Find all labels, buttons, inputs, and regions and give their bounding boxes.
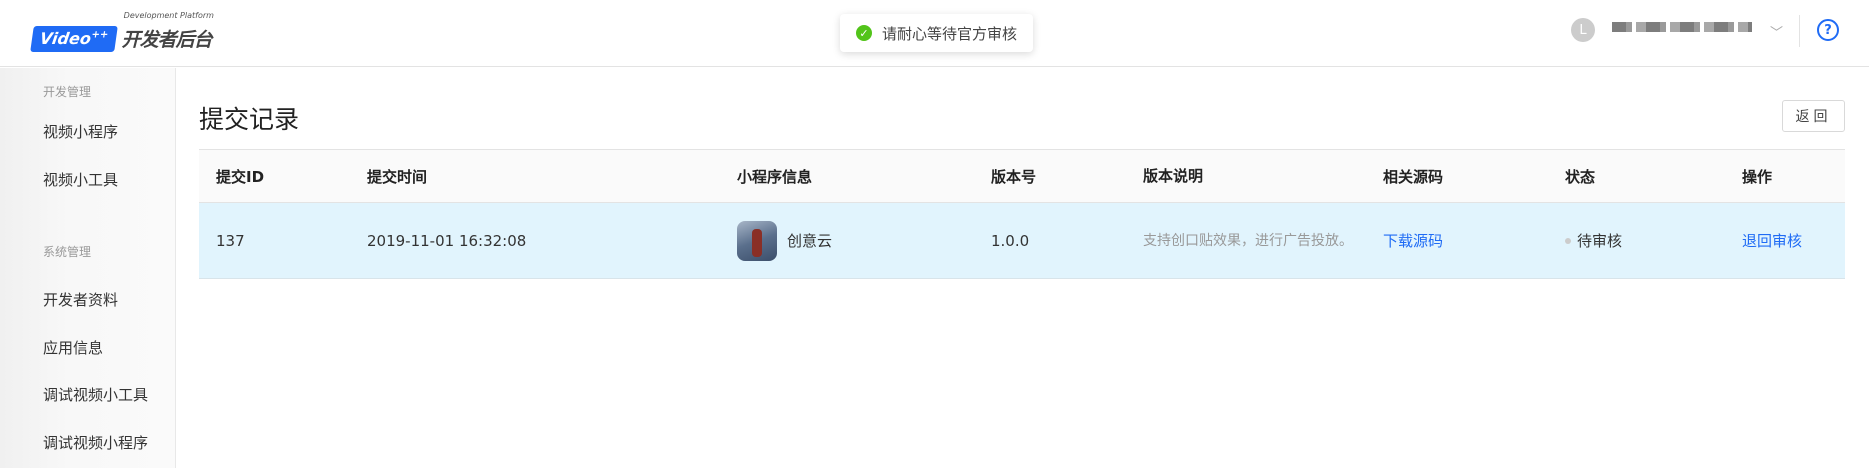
logo-badge: Video++ [30, 26, 118, 52]
table-header: 提交ID 提交时间 小程序信息 版本号 版本说明 相关源码 状态 操作 [199, 149, 1845, 203]
col-header-description: 版本说明 [1143, 167, 1204, 185]
cell-app-info: 创意云 [737, 203, 832, 278]
cell-source: 下载源码 [1383, 203, 1443, 278]
col-header-app-info: 小程序信息 [737, 167, 813, 186]
toast-text: 请耐心等待官方审核 [882, 24, 1018, 43]
check-circle-icon: ✓ [856, 25, 872, 41]
user-name-redacted[interactable] [1612, 22, 1752, 32]
sidebar-item-developer-profile[interactable]: 开发者资料 [43, 289, 118, 310]
divider [1799, 15, 1800, 47]
cell-time: 2019-11-01 16:32:08 [367, 231, 527, 250]
sidebar-item-debug-tool[interactable]: 调试视频小工具 [43, 384, 148, 405]
sidebar-group-dev: 开发管理 [43, 85, 92, 99]
chevron-down-icon[interactable]: ﹀ [1770, 22, 1783, 41]
avatar[interactable]: L [1571, 18, 1595, 42]
table-row: 137 2019-11-01 16:32:08 创意云 1.0.0 支持创口贴效… [199, 203, 1845, 279]
withdraw-review-link[interactable]: 退回审核 [1742, 230, 1802, 251]
top-header: Video++ Development Platform 开发者后台 ✓ 请耐心等待… [0, 0, 1869, 67]
logo[interactable]: Video++ Development Platform 开发者后台 [30, 11, 214, 52]
submission-table: 提交ID 提交时间 小程序信息 版本号 版本说明 相关源码 状态 操作 137 … [199, 149, 1845, 279]
col-header-action: 操作 [1742, 167, 1773, 186]
download-source-link[interactable]: 下载源码 [1383, 230, 1443, 251]
logo-subtitle: Development Platform [123, 11, 214, 20]
status-dot-icon [1565, 237, 1571, 244]
col-header-source: 相关源码 [1383, 167, 1444, 186]
help-icon[interactable]: ? [1817, 19, 1839, 41]
col-header-id: 提交ID [216, 167, 265, 186]
back-button[interactable]: 返回 [1782, 100, 1845, 132]
logo-title: 开发者后台 [121, 29, 213, 51]
cell-status: 待审核 [1565, 203, 1622, 278]
sidebar: 开发管理 视频小程序 视频小工具 系统管理 开发者资料 应用信息 调试视频小工具… [0, 68, 176, 468]
app-name: 创意云 [787, 232, 833, 250]
cell-version: 1.0.0 [991, 231, 1030, 250]
status-badge: 待审核 [1577, 232, 1623, 250]
col-header-version: 版本号 [991, 167, 1037, 186]
cell-action: 退回审核 [1742, 203, 1802, 278]
col-header-time: 提交时间 [367, 167, 428, 186]
app-icon [737, 220, 777, 261]
cell-id: 137 [216, 231, 245, 250]
cell-description: 支持创口贴效果，进行广告投放。 [1143, 232, 1353, 249]
toast-message: ✓ 请耐心等待官方审核 [840, 14, 1034, 52]
logo-badge-text: Video [38, 29, 93, 48]
sidebar-item-app-info[interactable]: 应用信息 [43, 337, 103, 358]
sidebar-item-debug-miniprogram[interactable]: 调试视频小程序 [43, 432, 148, 453]
logo-plus: ++ [90, 29, 109, 41]
sidebar-group-system: 系统管理 [43, 245, 92, 259]
sidebar-item-video-miniprogram[interactable]: 视频小程序 [43, 121, 118, 142]
sidebar-item-video-tool[interactable]: 视频小工具 [43, 169, 118, 190]
col-header-status: 状态 [1565, 167, 1596, 186]
page-title: 提交记录 [199, 105, 300, 134]
